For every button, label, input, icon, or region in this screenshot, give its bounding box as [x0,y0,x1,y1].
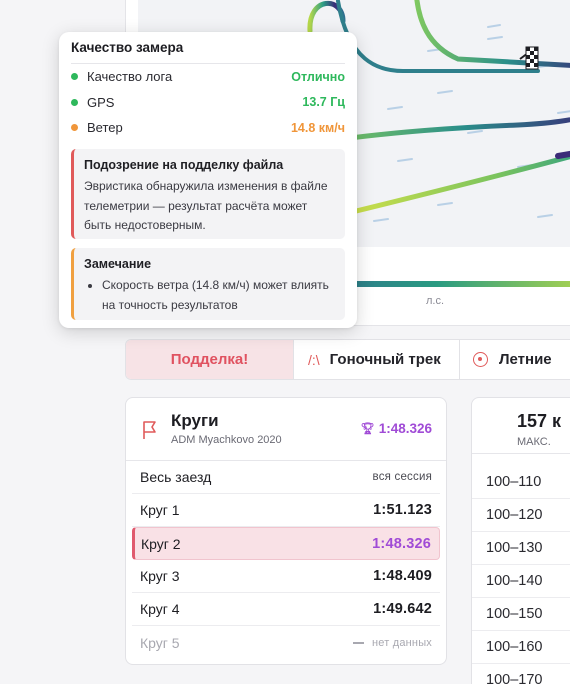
speed-range-row[interactable]: 100–160 [472,631,570,664]
lap-row[interactable]: Круг 4 1:49.642 [132,593,440,626]
lap-time: 1:51.123 [373,502,432,518]
lap-label: Круг 4 [140,601,180,617]
lap-row[interactable]: Круг 3 1:48.409 [132,560,440,593]
laps-title: Круги [171,411,219,430]
note-item: Скорость ветра (14.8 км/ч) может влиять … [102,276,335,315]
alert-text: Эвристика обнаружила изменения в файле т… [84,179,328,232]
fake-file-alert: Подозрение на подделку файла Эвристика о… [71,148,345,239]
track-tag-label: Гоночный трек [329,351,441,368]
speed-range-row[interactable]: 100–110 [472,466,570,499]
best-lap-badge: 🏆︎ 1:48.326 [361,421,432,436]
metric-label: Качество лога [87,69,173,85]
speed-range-row[interactable]: 100–140 [472,565,570,598]
laps-card: Круги ADM Myachkovo 2020 🏆︎ 1:48.326 Вес… [125,397,447,665]
track-name: ADM Myachkovo 2020 [171,434,282,446]
speed-range-row[interactable]: 100–150 [472,598,570,631]
speed-range-row[interactable]: 100–120 [472,499,570,532]
no-data-label: нет данных [371,636,432,649]
max-speed-value: 157 к [517,411,562,431]
flag-icon [143,421,156,439]
metric-value: 14.8 км/ч [290,120,345,135]
lap-row-selected[interactable]: Круг 2 1:48.326 [132,527,440,560]
page: л.с. Качество замера Качество лога Отлич… [0,0,570,684]
note-alert: Замечание Скорость ветра (14.8 км/ч) мож… [71,247,345,320]
tires-tag-label: Летние [499,351,552,368]
lap-value: вся сессия [372,471,432,483]
speed-card: 157 к МАКС. 100–110 100–120 100–130 100–… [471,397,570,684]
lap-row-empty: Круг 5 нет данных [132,626,440,659]
lap-time: 1:49.642 [373,601,432,617]
tire-icon [473,352,488,367]
lap-label: Весь заезд [140,469,212,485]
lap-row[interactable]: Круг 1 1:51.123 [132,494,440,527]
fake-tag-label: Подделка! [170,351,249,368]
metric-label: Ветер [87,120,123,136]
lap-time: 1:48.409 [373,568,432,584]
status-dot-icon [71,73,78,81]
lap-row-session[interactable]: Весь заезд вся сессия [132,461,440,494]
best-lap-time: 1:48.326 [378,421,432,436]
alert-title: Замечание [84,256,152,271]
max-speed: 157 к МАКС. [472,398,570,454]
lap-label: Круг 3 [140,568,180,584]
fake-tag[interactable]: Подделка! [126,340,294,379]
track-type-tag[interactable]: /:\ Гоночный трек [294,340,460,379]
tires-tag[interactable]: Летние [460,340,570,379]
speed-range-list: 100–110 100–120 100–130 100–140 100–150 … [472,454,570,684]
lap-label: Круг 5 [140,634,180,651]
lap-label: Круг 1 [140,502,180,518]
metric-label: GPS [87,94,115,110]
laps-heading: Круги ADM Myachkovo 2020 [171,411,361,446]
metric-value: Отлично [291,69,345,84]
lap-no-data: нет данных [352,636,432,649]
speed-range-row[interactable]: 100–130 [472,532,570,565]
dash-icon [352,641,364,644]
colorbar-label: л.с. [426,295,445,307]
popover-title: Качество замера [71,40,345,64]
speed-range-row[interactable]: 100–170 [472,664,570,684]
laps-list: Весь заезд вся сессия Круг 1 1:51.123 Кр… [126,461,446,659]
metric-wind: Ветер 14.8 км/ч [71,115,345,141]
race-track-icon: /:\ [308,351,320,368]
lap-time: 1:48.326 [372,535,431,552]
alert-title: Подозрение на подделку файла [84,157,284,172]
quality-popover: Качество замера Качество лога Отлично GP… [59,32,357,328]
max-speed-label: МАКС. [517,436,551,448]
trophy-icon: 🏆︎ [360,423,375,435]
metric-value: 13.7 Гц [302,95,345,110]
note-list: Скорость ветра (14.8 км/ч) может влиять … [84,276,335,315]
lap-label: Круг 2 [141,535,181,552]
checkered-flag-icon [519,46,539,70]
status-dot-icon [71,98,78,106]
metric-log-quality: Качество лога Отлично [71,64,345,90]
status-dot-icon [71,124,78,132]
metric-gps: GPS 13.7 Гц [71,90,345,116]
laps-header: Круги ADM Myachkovo 2020 🏆︎ 1:48.326 [126,398,446,461]
tag-bar: Подделка! /:\ Гоночный трек Летние [125,339,570,380]
